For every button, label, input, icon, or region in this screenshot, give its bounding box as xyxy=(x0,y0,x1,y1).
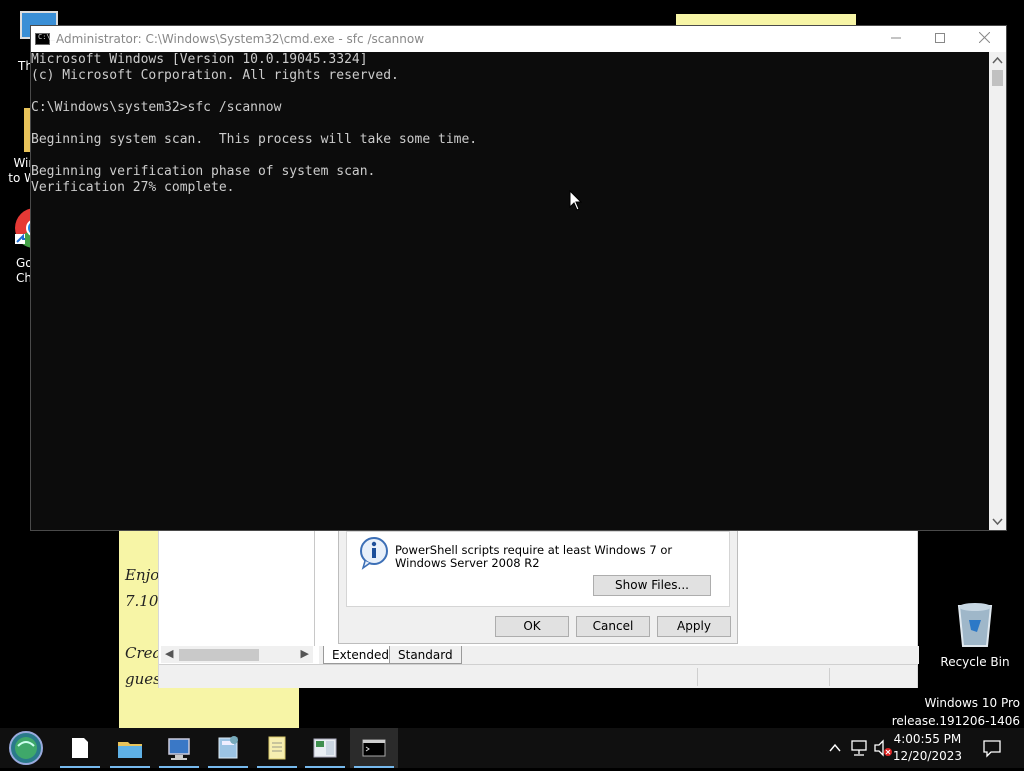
window-title: Administrator: C:\Windows\System32\cmd.e… xyxy=(56,32,425,46)
horizontal-scrollbar[interactable]: ◀ ▶ xyxy=(161,646,313,663)
console-line: Microsoft Windows [Version 10.0.19045.33… xyxy=(31,52,368,67)
sticky-note-line: gues xyxy=(125,670,161,688)
watermark-edition: Windows 10 Pro xyxy=(924,696,1020,710)
info-panel: PowerShell scripts require at least Wind… xyxy=(346,531,730,607)
mouse-cursor-icon xyxy=(569,190,583,211)
control-panel-icon xyxy=(313,738,337,758)
network-icon[interactable] xyxy=(850,739,868,757)
taskbar-calculator[interactable] xyxy=(204,728,252,768)
show-hidden-icons-icon[interactable] xyxy=(828,741,842,755)
taskbar: 4:00:55 PM 12/20/2023 xyxy=(0,728,1024,768)
minimize-button[interactable] xyxy=(874,26,918,52)
tab-standard[interactable]: Standard xyxy=(389,646,462,664)
console-line: (c) Microsoft Corporation. All rights re… xyxy=(31,68,399,83)
taskbar-control-panel[interactable] xyxy=(301,728,349,768)
view-tabs: Extended Standard xyxy=(319,646,919,664)
console-line: C:\Windows\system32>sfc /scannow xyxy=(31,100,282,115)
taskbar-file-explorer[interactable] xyxy=(106,728,154,768)
ok-button[interactable]: OK xyxy=(495,616,569,637)
recycle-bin-icon xyxy=(957,603,993,647)
scroll-right-icon[interactable]: ▶ xyxy=(301,647,309,660)
taskbar-notepad[interactable] xyxy=(253,728,301,768)
remote-desktop-icon xyxy=(168,738,190,760)
scrollbar-thumb[interactable] xyxy=(179,649,259,661)
info-text: PowerShell scripts require at least Wind… xyxy=(395,543,673,570)
cmd-icon-glyph: C:\_ xyxy=(38,33,55,41)
console-line: Verification 27% complete. xyxy=(31,180,235,195)
maximize-icon xyxy=(935,33,945,43)
sticky-note-line: 7.10 xyxy=(125,592,159,610)
cmd-titlebar[interactable]: C:\_ Administrator: C:\Windows\System32\… xyxy=(31,26,1006,52)
clock-date: 12/20/2023 xyxy=(892,749,962,763)
taskbar-new-file[interactable] xyxy=(56,728,104,768)
windows-watermark: Windows 10 Pro release.191206-1406 xyxy=(892,694,1020,730)
close-icon xyxy=(978,31,990,44)
scroll-left-icon[interactable]: ◀ xyxy=(165,647,173,660)
properties-dialog: PowerShell scripts require at least Wind… xyxy=(338,530,738,644)
start-orb-icon xyxy=(9,731,43,765)
console-line: Beginning verification phase of system s… xyxy=(31,164,376,179)
action-center-icon[interactable] xyxy=(982,738,1002,758)
status-separator xyxy=(697,668,698,686)
sticky-note-line: Enjo xyxy=(125,566,160,584)
status-bar xyxy=(159,664,917,688)
console-line: Beginning system scan. This process will… xyxy=(31,132,478,147)
cancel-button[interactable]: Cancel xyxy=(576,616,650,637)
info-icon xyxy=(360,537,388,570)
cmd-window[interactable]: C:\_ Administrator: C:\Windows\System32\… xyxy=(30,25,1007,531)
close-button[interactable] xyxy=(962,26,1006,52)
maximize-button[interactable] xyxy=(918,26,962,52)
sticky-note-line: Crea xyxy=(125,644,162,662)
cmd-icon xyxy=(362,739,386,757)
cmd-icon[interactable]: C:\_ xyxy=(35,33,55,45)
vertical-scrollbar[interactable] xyxy=(989,52,1006,530)
calculator-icon xyxy=(218,736,238,759)
scrollbar-thumb[interactable] xyxy=(992,70,1003,86)
apply-button[interactable]: Apply xyxy=(657,616,731,637)
volume-muted-icon[interactable] xyxy=(873,739,893,757)
console-output[interactable]: Microsoft Windows [Version 10.0.19045.33… xyxy=(31,52,991,530)
show-files-button[interactable]: Show Files... xyxy=(593,575,711,596)
clock-time: 4:00:55 PM xyxy=(893,732,962,746)
desktop-icon-recycle-bin[interactable]: Recycle Bin xyxy=(938,600,1012,669)
start-button[interactable] xyxy=(4,728,52,768)
file-icon xyxy=(72,738,88,758)
notepad-icon xyxy=(268,736,286,760)
desktop-icon-label: Recycle Bin xyxy=(940,655,1010,669)
taskbar-clock[interactable]: 4:00:55 PM 12/20/2023 xyxy=(893,731,962,765)
tab-extended[interactable]: Extended xyxy=(323,646,398,664)
tree-pane xyxy=(159,531,315,646)
status-separator xyxy=(829,668,830,686)
scroll-up-icon[interactable] xyxy=(989,54,1006,68)
taskbar-remote-desktop[interactable] xyxy=(155,728,203,768)
scroll-down-icon[interactable] xyxy=(989,514,1006,528)
taskbar-cmd[interactable] xyxy=(350,728,398,768)
file-explorer-icon xyxy=(118,742,142,758)
minimize-icon xyxy=(891,37,901,39)
